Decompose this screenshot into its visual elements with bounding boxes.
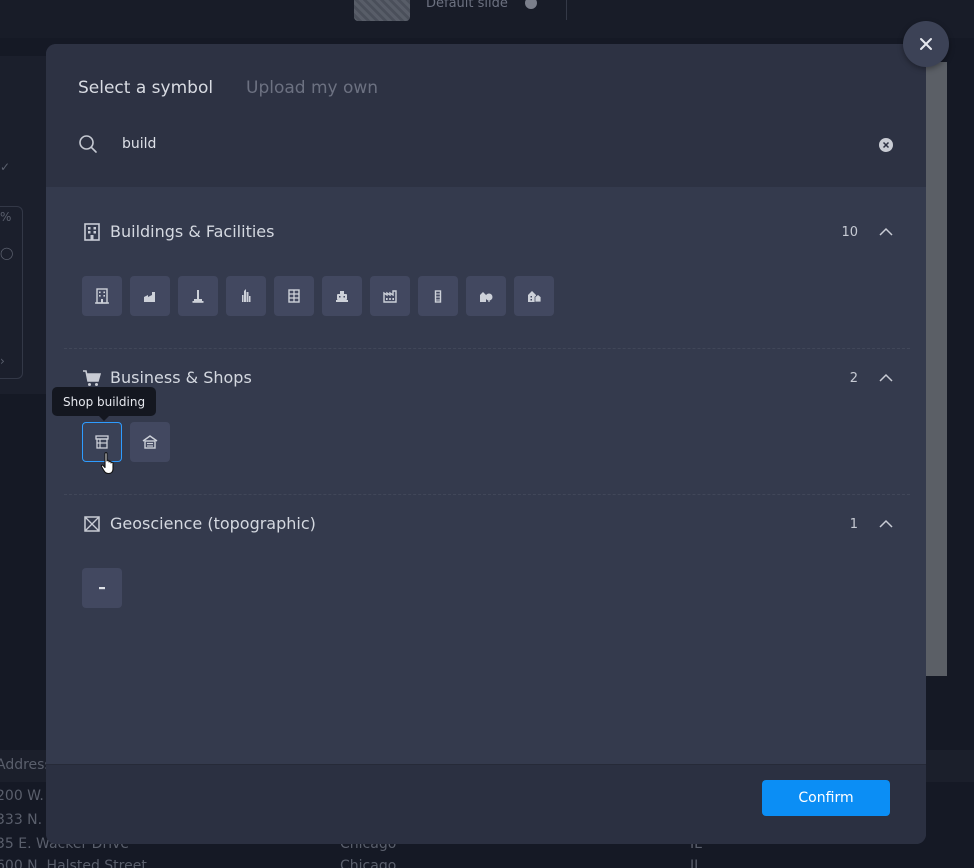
clear-search-button[interactable]: [879, 138, 893, 152]
table-cell-city: Chicago: [340, 858, 397, 868]
symbol-grid: [82, 568, 122, 608]
address-column-header: Address: [0, 757, 52, 773]
radio-icon: ◯: [0, 246, 14, 260]
house-tree-icon: [480, 292, 493, 302]
dialog-header: Select a symbol Upload my own: [46, 44, 926, 187]
close-icon: [920, 38, 932, 50]
search-input[interactable]: [122, 132, 822, 156]
toolbar-divider: [566, 0, 567, 20]
tower-icon: [434, 290, 442, 303]
cart-icon: [83, 370, 102, 386]
section-business-shops: Business & Shops 2: [64, 349, 910, 495]
section-count: 2: [849, 371, 858, 386]
symbol-grid: [82, 276, 562, 316]
crossed-box-icon: [84, 516, 100, 532]
slide-status-dot: [525, 0, 537, 9]
section-title: Geoscience (topographic): [110, 514, 316, 533]
search-icon: [79, 135, 97, 153]
symbol-warehouse[interactable]: [130, 422, 170, 462]
check-icon: ✓: [0, 160, 11, 174]
background-toolbar: Default slide •••: [0, 0, 974, 38]
symbol-city[interactable]: [514, 276, 554, 316]
chevron-up-icon[interactable]: [878, 224, 894, 240]
symbol-monument[interactable]: [178, 276, 218, 316]
factory-icon: [144, 292, 155, 302]
building-icon: [84, 223, 100, 241]
symbol-grid: [82, 422, 172, 462]
section-geoscience: Geoscience (topographic) 1: [64, 495, 910, 645]
city-icon: [528, 291, 542, 303]
percent-icon: %: [0, 210, 12, 224]
symbol-list: Buildings & Facilities 10 Business & Sho…: [46, 187, 926, 764]
section-count: 10: [841, 225, 858, 240]
section-count: 1: [849, 517, 858, 532]
chevron-up-icon[interactable]: [878, 370, 894, 386]
symbol-factory-roof[interactable]: [370, 276, 410, 316]
chevron-right-icon: ›: [0, 354, 5, 368]
tooltip-text: Shop building: [63, 394, 146, 409]
symbol-skyscraper[interactable]: [226, 276, 266, 316]
symbol-grid-building[interactable]: [274, 276, 314, 316]
confirm-button[interactable]: Confirm: [762, 780, 890, 816]
office-building-icon: [95, 288, 109, 304]
symbol-industry[interactable]: [322, 276, 362, 316]
table-cell-state: IL: [690, 858, 702, 868]
symbol-office-building[interactable]: [82, 276, 122, 316]
hand-cursor-icon: [100, 452, 114, 475]
warehouse-icon: [142, 435, 158, 449]
industry-icon: [336, 291, 348, 302]
tooltip-arrow: [99, 416, 110, 421]
chevron-up-icon[interactable]: [878, 516, 894, 532]
tab-upload-own[interactable]: Upload my own: [246, 78, 378, 98]
factory-roof-icon: [383, 290, 397, 303]
shop-building-icon: [95, 435, 109, 449]
more-options-icon: •••: [590, 0, 618, 6]
slide-label: Default slide: [426, 0, 508, 11]
background-map: [925, 62, 947, 676]
dialog-footer: Confirm: [46, 764, 926, 844]
tooltip: Shop building: [52, 387, 157, 421]
close-button[interactable]: [903, 21, 949, 67]
symbol-tower[interactable]: [418, 276, 458, 316]
section-buildings-facilities: Buildings & Facilities 10: [64, 187, 910, 349]
tab-select-symbol[interactable]: Select a symbol: [78, 78, 213, 98]
symbol-factory[interactable]: [130, 276, 170, 316]
dash-icon: [99, 587, 105, 590]
grid-building-icon: [288, 289, 300, 303]
section-title: Business & Shops: [110, 368, 252, 387]
section-title: Buildings & Facilities: [110, 222, 275, 241]
symbol-house-tree[interactable]: [466, 276, 506, 316]
background-side-panel: ✓ % ◯ ›: [0, 56, 46, 394]
monument-icon: [192, 290, 204, 303]
slide-thumbnail: [354, 0, 410, 21]
symbol-dash[interactable]: [82, 568, 122, 608]
symbol-picker-dialog: Select a symbol Upload my own Buildings …: [46, 44, 926, 844]
table-cell-address: 600 N. Halsted Street: [0, 858, 147, 868]
skyscraper-icon: [242, 289, 251, 302]
clear-icon: [882, 141, 890, 149]
